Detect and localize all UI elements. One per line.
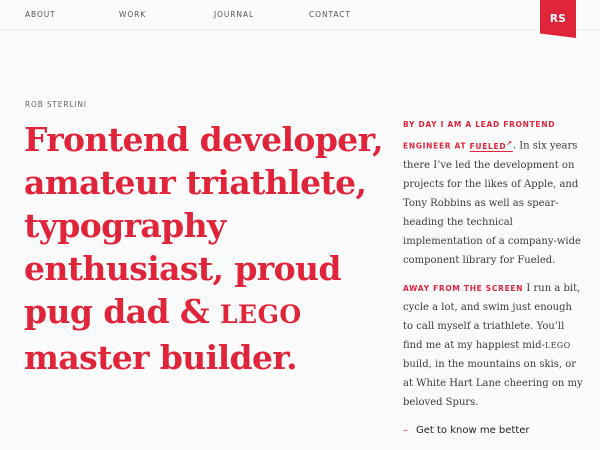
nav-contact-link[interactable]: CONTACT (309, 10, 351, 19)
nav-journal-link[interactable]: JOURNAL (214, 10, 254, 19)
fueled-link-label[interactable]: FUELED (470, 142, 507, 151)
hero-headline: Frontend developer, amateur triathlete, … (24, 118, 394, 379)
about-cta: – Get to know me better (403, 421, 583, 440)
author-name: ROB STERLINI (25, 100, 87, 109)
intro-sidebar: BY DAY I AM A LEAD FRONTEND ENGINEER AT … (403, 115, 583, 440)
headline-lego: LEGO (219, 300, 302, 329)
nav-about-link[interactable]: ABOUT (25, 10, 56, 19)
fueled-link[interactable]: FUELED↗ (470, 139, 513, 151)
dash-icon: – (403, 424, 408, 436)
intro-paragraph-hobbies: AWAY FROM THE SCREEN I run a bit, cycle … (403, 279, 583, 412)
hobbies-lead-label: AWAY FROM THE SCREEN (403, 283, 524, 293)
hobbies-lego: LEGO (544, 340, 571, 350)
nav-work-link[interactable]: WORK (119, 10, 146, 19)
top-navigation: ABOUT WORK JOURNAL CONTACT RS (0, 0, 600, 38)
headline-text: Frontend developer, amateur triathlete, … (24, 120, 384, 331)
site-logo[interactable]: RS (540, 0, 576, 38)
intro-paragraph-work: BY DAY I AM A LEAD FRONTEND ENGINEER AT … (403, 115, 583, 270)
work-paragraph-body: . In six years there I’ve led the develo… (403, 140, 581, 266)
hobbies-paragraph-end: build, in the mountains on skis, or at W… (403, 358, 583, 408)
about-cta-link[interactable]: Get to know me better (416, 425, 530, 436)
headline-text-end: master builder. (24, 338, 298, 377)
external-link-icon[interactable]: ↗ (506, 139, 513, 147)
